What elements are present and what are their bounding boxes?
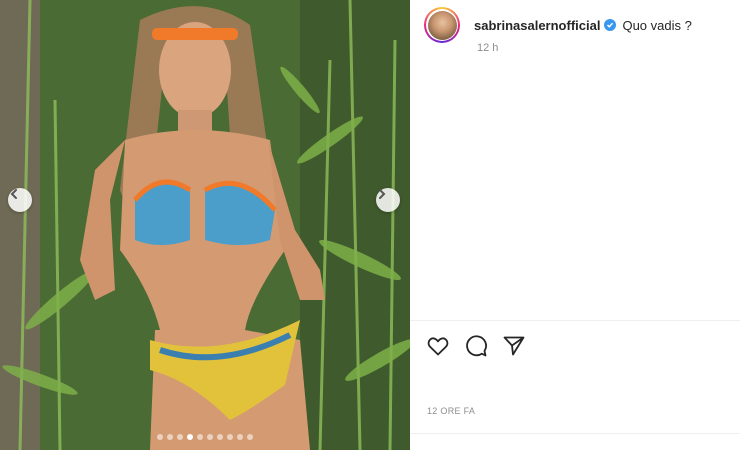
carousel-dot	[217, 434, 223, 440]
verified-badge-icon	[604, 19, 617, 31]
paper-plane-icon[interactable]	[502, 334, 526, 358]
carousel-dot	[197, 434, 203, 440]
carousel-dot	[207, 434, 213, 440]
chevron-left-icon	[10, 189, 17, 199]
post-media[interactable]	[0, 0, 410, 450]
chevron-right-icon	[379, 189, 386, 199]
carousel-dot	[167, 434, 173, 440]
post-photo	[0, 0, 410, 450]
avatar-border	[426, 9, 458, 41]
post-date: 12 ORE FA	[427, 406, 476, 416]
carousel-dot	[227, 434, 233, 440]
avatar[interactable]	[424, 7, 460, 43]
carousel-dot	[177, 434, 183, 440]
carousel-dot	[247, 434, 253, 440]
carousel-dot	[237, 434, 243, 440]
actions-divider	[410, 320, 740, 321]
comment-icon[interactable]	[464, 334, 488, 358]
username-link[interactable]: sabrinasalernofficial	[474, 18, 600, 33]
carousel-dot	[187, 434, 193, 440]
carousel-next-button[interactable]	[376, 188, 400, 212]
action-bar	[426, 334, 526, 358]
heart-icon[interactable]	[426, 334, 450, 358]
post-header: sabrinasalernofficial Quo vadis ?	[424, 7, 692, 43]
caption-text: Quo vadis ?	[622, 17, 692, 33]
comment-divider	[410, 433, 740, 434]
carousel-prev-button[interactable]	[8, 188, 32, 212]
post-side-panel: sabrinasalernofficial Quo vadis ? 12 h 1…	[410, 0, 740, 450]
carousel-indicator	[0, 434, 410, 440]
post-time[interactable]: 12 h	[477, 42, 498, 54]
post-caption: sabrinasalernofficial Quo vadis ?	[474, 18, 692, 33]
avatar-image	[427, 10, 457, 40]
carousel-dot	[157, 434, 163, 440]
